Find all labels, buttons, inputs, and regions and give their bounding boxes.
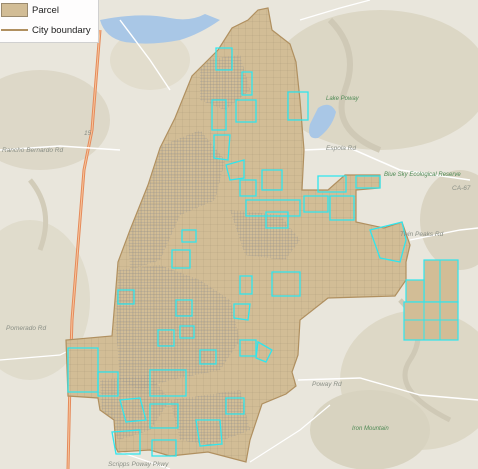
label-pomerado: Pomerado Rd: [6, 325, 46, 332]
legend-item-parcel: Parcel: [0, 3, 59, 17]
label-iron-mountain: Iron Mountain: [352, 426, 389, 432]
city-boundary-swatch: [1, 23, 28, 37]
legend-label-parcel: Parcel: [32, 4, 59, 16]
label-twin-peaks: Twin Peaks Rd: [400, 231, 444, 238]
label-i15: 15: [84, 130, 92, 137]
map-canvas[interactable]: Rancho Bernardo Rd Poway Rd Espola Rd Tw…: [0, 0, 478, 469]
label-espola-rd: Espola Rd: [326, 145, 356, 152]
label-rancho-bernardo: Rancho Bernardo Rd: [2, 147, 63, 154]
label-lake-poway: Lake Poway: [326, 96, 360, 102]
legend-item-city-boundary: City boundary: [0, 23, 91, 37]
parcel-swatch: [1, 3, 28, 17]
map-legend: Parcel City boundary: [0, 0, 99, 43]
label-scripps-poway: Scripps Poway Pkwy: [108, 461, 169, 468]
label-blue-sky: Blue Sky Ecological Reserve: [384, 172, 461, 178]
label-sr67: CA-67: [452, 185, 471, 192]
label-poway-rd: Poway Rd: [312, 381, 342, 388]
legend-label-city-boundary: City boundary: [32, 24, 91, 36]
